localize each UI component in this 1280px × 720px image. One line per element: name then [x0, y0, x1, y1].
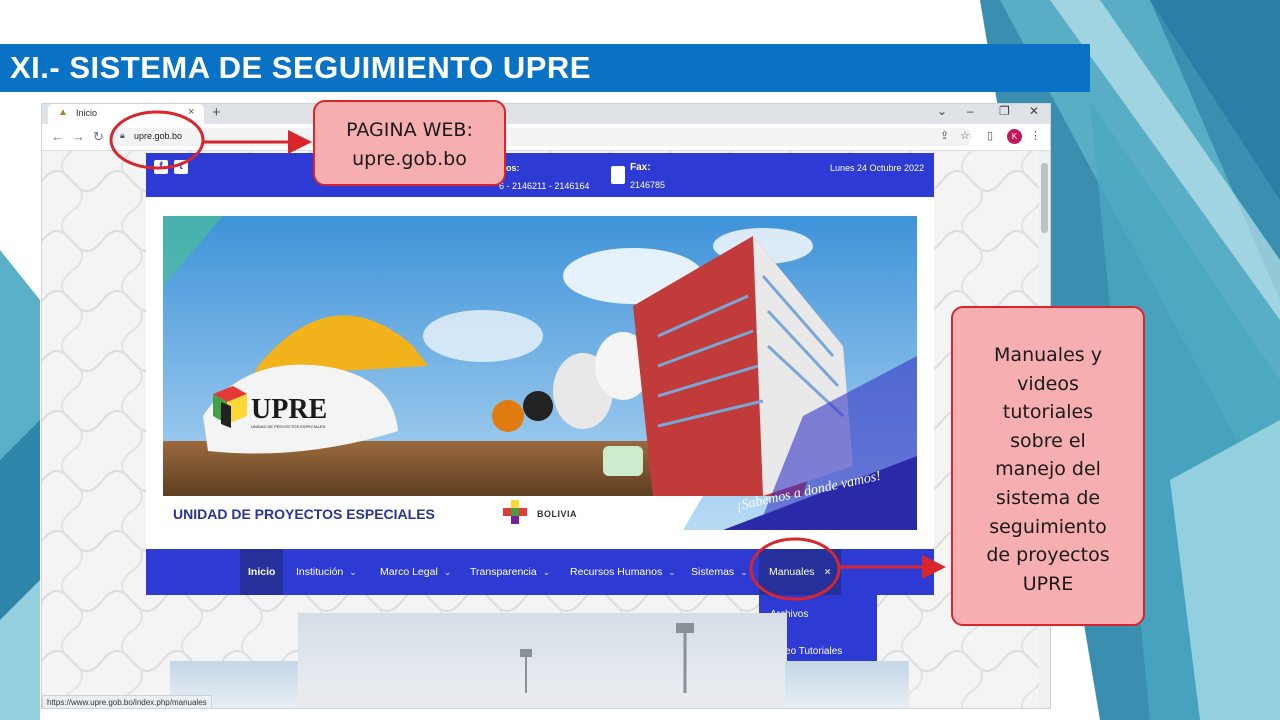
callout-line: UPRE	[1022, 572, 1074, 595]
chevron-down-icon: ⌄	[443, 567, 452, 577]
callout-line: videos	[1017, 372, 1079, 395]
callout-line: seguimiento	[989, 515, 1107, 538]
callout-line: PAGINA WEB:	[346, 119, 473, 141]
nav-item-institucion[interactable]: Institución ⌄	[296, 549, 357, 595]
callout-manuals: Manuales y videos tutoriales sobre el ma…	[951, 306, 1145, 626]
fax-value: 2146785	[630, 180, 666, 190]
chevron-down-icon: ⌄	[740, 567, 748, 577]
nav-label: Marco Legal	[380, 566, 438, 578]
chevron-down-icon: ⌄	[542, 567, 551, 577]
phones-value: 6 - 2146211 - 2146164	[499, 181, 590, 191]
callout-line: manejo del	[995, 458, 1101, 481]
nav-label: Recursos Humanos	[570, 566, 663, 578]
nav-label: Transparencia	[470, 566, 537, 578]
callout-web-page: PAGINA WEB: upre.gob.bo	[313, 100, 506, 186]
new-tab-button[interactable]: +	[212, 104, 221, 121]
upre-logo: UPRE UNIDAD DE PROYECTOS ESPECIALES	[209, 384, 349, 438]
site-main-nav: Inicio Institución ⌄ Marco Legal ⌄ Transpa…	[146, 549, 934, 595]
fax-icon	[611, 166, 625, 184]
browser-window: ▲ Inicio × + ⌄ – ❐ ✕ ← → ↻ 🔒︎ upre.gob.b…	[41, 103, 1051, 709]
url-text: upre.gob.bo	[134, 131, 183, 141]
tab-close-icon[interactable]: ×	[188, 106, 194, 118]
minimize-icon[interactable]: –	[967, 104, 974, 118]
nav-item-transparencia[interactable]: Transparencia ⌄	[470, 549, 550, 595]
menu-kebab-icon[interactable]: ⋮	[1030, 129, 1041, 142]
phones-label: os:	[506, 163, 520, 173]
twitter-icon[interactable]: t	[174, 160, 188, 174]
content-photo-right	[785, 661, 909, 708]
banner-caption-strip: UNIDAD DE PROYECTOS ESPECIALES BOLIVIA	[163, 496, 917, 530]
nav-label: Manuales	[769, 566, 815, 578]
bolivia-logo-text: BOLIVIA	[537, 509, 578, 519]
share-icon[interactable]: ⇪	[940, 129, 949, 142]
callout-line: sistema de	[995, 486, 1101, 509]
nav-item-sistemas[interactable]: Sistemas ⌄	[691, 549, 748, 595]
upre-logo-text: UPRE	[251, 394, 328, 425]
tab-search-chevron-icon[interactable]: ⌄	[937, 104, 947, 118]
back-arrow-icon[interactable]: ←	[51, 129, 64, 144]
banner-caption: UNIDAD DE PROYECTOS ESPECIALES	[173, 506, 435, 522]
nav-item-inicio[interactable]: Inicio	[240, 549, 284, 595]
callout-line: Manuales y	[994, 344, 1102, 366]
callout-line: tutoriales	[1002, 401, 1094, 424]
page-viewport: f t os: 6 - 2146211 - 2146164 Fax: 21467…	[42, 151, 1050, 708]
facebook-icon[interactable]: f	[154, 160, 168, 174]
nav-label: Sistemas	[691, 566, 735, 578]
scrollbar-thumb[interactable]	[1041, 163, 1048, 233]
callout-line: upre.gob.bo	[352, 148, 467, 170]
address-bar[interactable]: 🔒︎ upre.gob.bo	[112, 128, 972, 146]
tab-title: Inicio	[76, 108, 98, 118]
chevron-down-icon: ⌄	[349, 567, 357, 577]
chevron-down-icon: ⌄	[668, 567, 676, 577]
side-panel-icon[interactable]: ▯	[987, 129, 993, 142]
maximize-icon[interactable]: ❐	[999, 104, 1010, 118]
nav-label: Institución	[296, 566, 344, 578]
tab-inicio[interactable]: ▲ Inicio ×	[48, 104, 204, 124]
nav-label: Inicio	[248, 566, 276, 578]
fax-label: Fax:	[630, 162, 651, 173]
tab-strip: ▲ Inicio × + ⌄ – ❐ ✕	[42, 104, 1050, 124]
upre-favicon-icon: ▲	[58, 107, 68, 118]
hero-banner-image: UPRE UNIDAD DE PROYECTOS ESPECIALES ¡Sab…	[163, 216, 917, 530]
nav-item-recursos-humanos[interactable]: Recursos Humanos ⌄	[570, 549, 676, 595]
forward-arrow-icon[interactable]: →	[72, 129, 85, 144]
lock-icon: 🔒︎	[120, 130, 125, 140]
reload-icon[interactable]: ↻	[93, 129, 104, 145]
window-close-icon[interactable]: ✕	[1029, 104, 1039, 118]
callout-line: sobre el	[1010, 429, 1086, 452]
bookmark-star-icon[interactable]: ☆	[960, 129, 970, 142]
slide-title: XI.- SISTEMA DE SEGUIMIENTO UPRE	[10, 50, 591, 85]
site-contact-bar: f t os: 6 - 2146211 - 2146164 Fax: 21467…	[146, 153, 934, 197]
profile-avatar[interactable]: K	[1007, 129, 1022, 144]
upre-logo-subtext: UNIDAD DE PROYECTOS ESPECIALES	[251, 424, 326, 429]
content-photo-stadium	[298, 613, 787, 708]
callout-line: de proyectos	[986, 544, 1110, 567]
browser-toolbar: ← → ↻ 🔒︎ upre.gob.bo ⇪ ☆ ▯ K ⋮	[42, 124, 1050, 151]
status-bar-url: https://www.upre.gob.bo/index.php/manual…	[42, 695, 212, 708]
nav-item-manuales[interactable]: Manuales ×	[759, 549, 841, 595]
close-icon: ×	[824, 566, 831, 578]
nav-item-marco-legal[interactable]: Marco Legal ⌄	[380, 549, 451, 595]
current-date: Lunes 24 Octubre 2022	[830, 163, 925, 173]
